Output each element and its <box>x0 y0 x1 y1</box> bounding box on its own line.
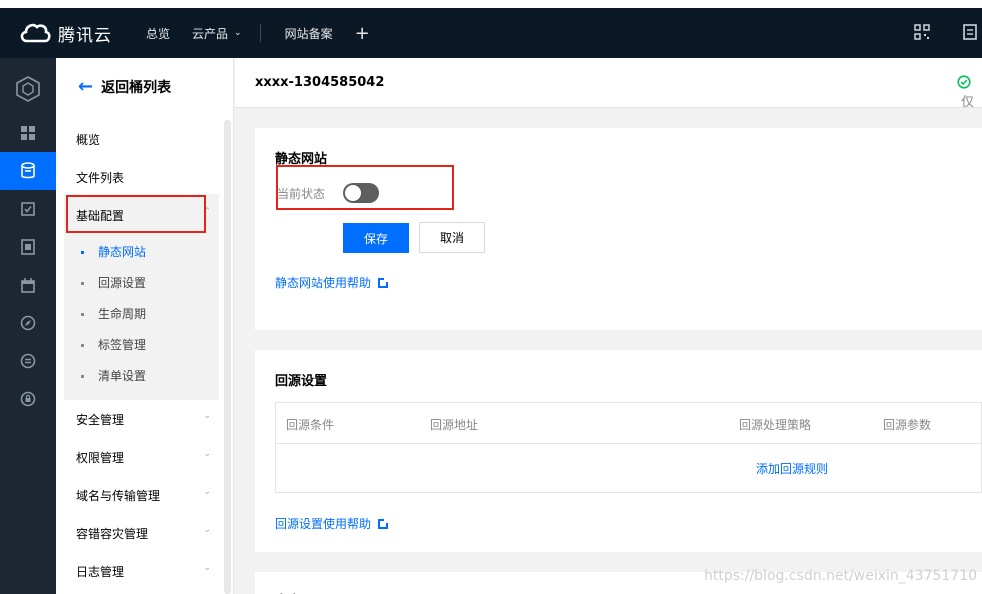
save-button[interactable]: 保存 <box>343 223 409 253</box>
external-link-icon <box>378 517 390 529</box>
sidebar-item-security[interactable]: 安全管理 <box>76 411 124 428</box>
bullet-dot <box>81 313 84 316</box>
external-link-icon <box>378 276 390 288</box>
nav-products-label: 云产品 <box>192 26 229 41</box>
add-shortcut-button[interactable]: + <box>355 23 370 44</box>
column-header: 回源地址 <box>430 418 479 432</box>
back-label: 返回桶列表 <box>101 79 172 96</box>
static-website-help-link[interactable]: 静态网站使用帮助 <box>275 274 390 291</box>
calendar-icon[interactable] <box>0 266 56 304</box>
sidebar-sub-origin[interactable]: 回源设置 <box>81 274 147 291</box>
bucket-header: xxxx-1304585042 仅 <box>235 58 982 110</box>
qrcode-icon[interactable] <box>914 24 930 43</box>
media-icon[interactable] <box>0 228 56 266</box>
cos-product-icon[interactable] <box>0 66 56 112</box>
chevron-down-icon: ⌄ <box>234 28 242 38</box>
chevron-down-icon[interactable]: ⌄ <box>203 525 211 535</box>
nav-beian[interactable]: 网站备案 <box>285 25 333 42</box>
sidebar-sub-lifecycle[interactable]: 生命周期 <box>81 305 147 322</box>
arrow-left-icon: ← <box>78 76 94 97</box>
status-text: 仅 <box>961 95 975 110</box>
logo-text: 腾讯云 <box>58 25 112 46</box>
grid-icon[interactable] <box>0 114 56 152</box>
chevron-down-icon[interactable]: ⌄ <box>203 411 211 421</box>
nav-products-dropdown[interactable]: 云产品 ⌄ <box>192 25 242 42</box>
bucket-sidebar: ← 返回桶列表 概览 文件列表 基础配置 ⌃ 静态网站 回源设置 生命周期 标签… <box>56 58 234 594</box>
static-website-card: 静态网站 当前状态 保存 取消 静态网站使用帮助 <box>255 128 982 330</box>
highlight-box-basic-config <box>66 195 206 233</box>
sidebar-item-logs[interactable]: 日志管理 <box>76 563 124 580</box>
origin-settings-title: 回源设置 <box>275 374 328 389</box>
check-circle-icon <box>957 75 971 89</box>
bullet-dot <box>81 251 84 254</box>
bullet-dot <box>81 282 84 285</box>
cancel-button[interactable]: 取消 <box>419 222 485 253</box>
origin-settings-card: 回源设置 回源条件 回源地址 回源处理策略 回源参数 添加回源规则 回源设置使用… <box>255 350 982 552</box>
checkbox-icon[interactable] <box>0 190 56 228</box>
nav-divider <box>259 24 261 42</box>
bucket-name: xxxx-1304585042 <box>255 75 385 90</box>
sidebar-sub-label: 静态网站 <box>98 245 147 259</box>
document-icon[interactable] <box>962 24 978 43</box>
column-header: 回源处理策略 <box>739 418 812 432</box>
product-icon-rail <box>0 58 56 594</box>
bucket-icon[interactable] <box>0 152 56 190</box>
sidebar-item-overview[interactable]: 概览 <box>76 131 100 148</box>
sidebar-sub-label: 清单设置 <box>98 369 147 383</box>
bullet-dot <box>81 375 84 378</box>
sidebar-sub-static-site[interactable]: 静态网站 <box>81 243 147 260</box>
sidebar-sub-label: 生命周期 <box>98 307 147 321</box>
status-indicator: 仅 <box>957 75 982 110</box>
table-header: 回源条件 回源地址 回源处理策略 回源参数 <box>276 403 981 444</box>
origin-rules-table: 回源条件 回源地址 回源处理策略 回源参数 添加回源规则 <box>275 402 982 493</box>
chevron-down-icon[interactable]: ⌄ <box>203 487 211 497</box>
chevron-down-icon[interactable]: ⌄ <box>203 563 211 573</box>
watermark-text: https://blog.csdn.net/weixin_43751710 <box>704 568 978 584</box>
back-to-bucket-list[interactable]: ← 返回桶列表 <box>78 76 171 97</box>
sidebar-item-permissions[interactable]: 权限管理 <box>76 449 124 466</box>
sidebar-item-domain-transfer[interactable]: 域名与传输管理 <box>76 487 160 504</box>
help-link-label: 静态网站使用帮助 <box>275 276 372 290</box>
help-link-label: 回源设置使用帮助 <box>275 517 372 531</box>
origin-help-link[interactable]: 回源设置使用帮助 <box>275 515 390 532</box>
list-circle-icon[interactable] <box>0 342 56 380</box>
sidebar-sub-tags[interactable]: 标签管理 <box>81 336 147 353</box>
add-origin-rule-link[interactable]: 添加回源规则 <box>756 460 828 477</box>
tencent-cloud-logo[interactable]: 腾讯云 <box>18 21 112 46</box>
highlight-box-status <box>276 165 454 210</box>
sidebar-scrollbar[interactable] <box>224 120 231 594</box>
sidebar-item-fault-tolerance[interactable]: 容错容灾管理 <box>76 525 148 542</box>
cloud-logo-icon <box>20 23 51 43</box>
column-header: 回源参数 <box>883 418 932 432</box>
shield-circle-icon[interactable] <box>0 380 56 418</box>
top-navbar: 腾讯云 总览 云产品 ⌄ 网站备案 + <box>0 0 982 58</box>
nav-overview[interactable]: 总览 <box>146 25 170 42</box>
bullet-dot <box>81 344 84 347</box>
sidebar-sub-label: 回源设置 <box>98 276 147 290</box>
sidebar-item-file-list[interactable]: 文件列表 <box>76 169 124 186</box>
sidebar-sub-label: 标签管理 <box>98 338 147 352</box>
compass-icon[interactable] <box>0 304 56 342</box>
next-card-title: 自定 <box>275 590 301 594</box>
sidebar-sub-inventory[interactable]: 清单设置 <box>81 367 147 384</box>
chevron-down-icon[interactable]: ⌄ <box>203 449 211 459</box>
column-header: 回源条件 <box>286 418 335 432</box>
